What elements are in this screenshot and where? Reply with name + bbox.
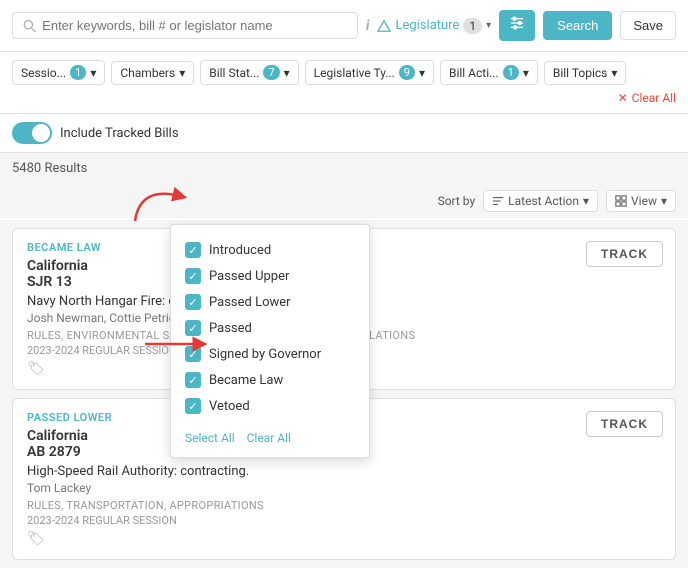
legtype-filter-label: Legislative Ty... [314,66,395,80]
search-icon [23,19,36,33]
passed-upper-label: Passed Upper [209,269,289,284]
sort-chevron-icon: ▾ [583,194,589,208]
search-bar: i Legislature 1 ▾ Search Save [0,0,688,52]
chambers-filter[interactable]: Chambers ▾ [111,61,194,85]
track-button-1[interactable]: TRACK [586,241,663,267]
view-chevron-icon: ▾ [661,194,667,208]
introduced-label: Introduced [209,243,271,258]
legislature-button[interactable]: Legislature 1 ▾ [377,18,491,34]
results-count: 5480 Results [0,153,688,184]
billtopics-chevron-icon: ▾ [611,66,617,80]
dropdown-item-passed[interactable]: Passed [185,315,355,341]
vetoed-label: Vetoed [209,399,250,414]
search-input[interactable] [42,18,347,33]
bill-session-2: 2023-2024 REGULAR SESSION [27,514,264,527]
info-icon[interactable]: i [366,18,370,34]
dropdown-item-passed-upper[interactable]: Passed Upper [185,263,355,289]
session-filter-badge: 1 [70,65,86,80]
became-law-checkbox[interactable] [185,372,201,388]
clear-dropdown-link[interactable]: Clear All [247,431,291,445]
session-filter[interactable]: Sessio... 1 ▾ [12,60,105,85]
navigate-icon [377,19,391,33]
dropdown-item-signed[interactable]: Signed by Governor [185,341,355,367]
passed-upper-checkbox[interactable] [185,268,201,284]
latest-action-label: Latest Action [508,194,579,208]
chevron-down-icon: ▾ [486,20,491,31]
billaction-filter[interactable]: Bill Acti... 1 ▾ [440,60,538,85]
billaction-filter-label: Bill Acti... [449,66,499,80]
introduced-checkbox[interactable] [185,242,201,258]
billstat-filter[interactable]: Bill Stat... 7 ▾ [200,60,298,85]
passed-lower-label: Passed Lower [209,295,291,310]
vetoed-checkbox[interactable] [185,398,201,414]
clear-all-button[interactable]: ✕ Clear All [618,91,676,105]
tag-icon-2: 🏷 [27,531,45,547]
clear-all-label: Clear All [632,91,676,105]
legislature-num: 1 [463,18,482,34]
bill-topics-text-2: RULES, TRANSPORTATION, APPROPRIATIONS [27,499,264,512]
legtype-filter[interactable]: Legislative Ty... 9 ▾ [305,60,434,85]
bill-topics-2: RULES, TRANSPORTATION, APPROPRIATIONS 20… [27,499,264,527]
tag-icon-1: 🏷 [27,361,45,377]
search-button[interactable]: Search [543,11,612,40]
view-select[interactable]: View ▾ [606,190,676,212]
sort-icon [492,195,504,207]
billstat-chevron-icon: ▾ [284,66,290,80]
became-law-label: Became Law [209,373,283,388]
clear-all-x-icon: ✕ [618,91,628,105]
latest-action-sort[interactable]: Latest Action ▾ [483,190,598,212]
track-button-2[interactable]: TRACK [586,411,663,437]
chambers-filter-label: Chambers [120,66,175,80]
legtype-filter-badge: 9 [399,65,415,80]
session-filter-label: Sessio... [21,66,66,80]
signed-label: Signed by Governor [209,347,321,362]
view-icon [615,195,627,207]
toggle-row: Include Tracked Bills [0,114,688,153]
session-chevron-icon: ▾ [90,66,96,80]
dropdown-item-introduced[interactable]: Introduced [185,237,355,263]
passed-checkbox[interactable] [185,320,201,336]
filter-icon-button[interactable] [499,10,535,41]
legtype-chevron-icon: ▾ [419,66,425,80]
billtopics-filter[interactable]: Bill Topics ▾ [544,61,627,85]
dropdown-item-became-law[interactable]: Became Law [185,367,355,393]
save-button[interactable]: Save [620,11,676,40]
search-input-wrap[interactable] [12,12,358,39]
passed-lower-checkbox[interactable] [185,294,201,310]
bill-footer-2: RULES, TRANSPORTATION, APPROPRIATIONS 20… [27,499,661,527]
billstat-filter-badge: 7 [263,65,279,80]
sliders-icon [509,16,525,30]
chambers-chevron-icon: ▾ [179,66,185,80]
billstat-filter-label: Bill Stat... [209,66,259,80]
select-all-link[interactable]: Select All [185,431,235,445]
signed-checkbox[interactable] [185,346,201,362]
include-tracked-toggle[interactable] [12,122,52,144]
dropdown-footer: Select All Clear All [185,427,355,445]
sort-by-label: Sort by [438,194,476,208]
filter-bar: Sessio... 1 ▾ Chambers ▾ Bill Stat... 7 … [0,52,688,114]
billaction-chevron-icon: ▾ [523,66,529,80]
billstat-dropdown: Introduced Passed Upper Passed Lower Pas… [170,224,370,458]
billaction-filter-badge: 1 [503,65,519,80]
toggle-knob [32,124,50,142]
dropdown-item-vetoed[interactable]: Vetoed [185,393,355,419]
billtopics-filter-label: Bill Topics [553,66,608,80]
passed-label: Passed [209,321,252,336]
view-label: View [631,194,657,208]
dropdown-item-passed-lower[interactable]: Passed Lower [185,289,355,315]
sort-bar: Sort by Latest Action ▾ View ▾ [0,184,688,218]
bill-authors-2: Tom Lackey [27,481,661,495]
legislature-label: Legislature [395,18,459,33]
toggle-label: Include Tracked Bills [60,126,179,141]
bill-title-2: High-Speed Rail Authority: contracting. [27,464,661,479]
